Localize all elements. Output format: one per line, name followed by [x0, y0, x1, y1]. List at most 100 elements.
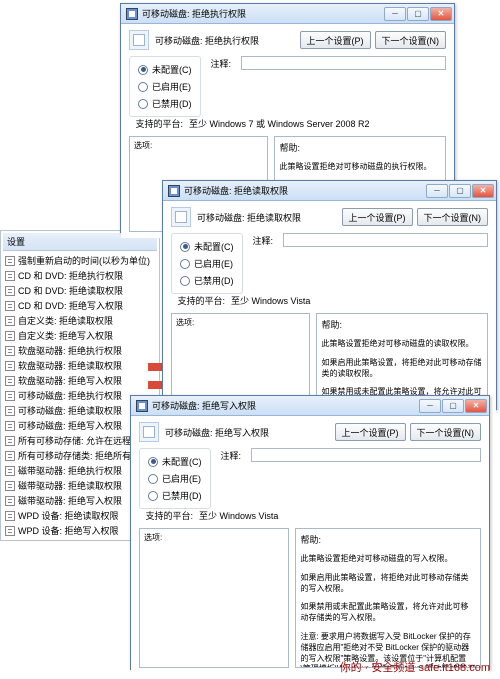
settings-item[interactable]: 软盘驱动器: 拒绝写入权限	[3, 373, 157, 388]
state-radio-group: 未配置(C) 已启用(E) 已禁用(D)	[129, 56, 201, 117]
setting-icon	[5, 481, 15, 491]
radio-enabled[interactable]	[148, 474, 158, 484]
prev-setting-button[interactable]: 上一个设置(P)	[300, 31, 371, 49]
platform-value: 至少 Windows Vista	[231, 294, 310, 307]
settings-item[interactable]: CD 和 DVD: 拒绝执行权限	[3, 268, 157, 283]
setting-label: CD 和 DVD: 拒绝执行权限	[18, 269, 123, 282]
policy-header: 可移动磁盘: 拒绝写入权限	[165, 426, 269, 439]
setting-icon	[5, 346, 15, 356]
close-button[interactable]: ✕	[465, 399, 487, 413]
radio-enabled[interactable]	[138, 82, 148, 92]
setting-icon	[5, 256, 15, 266]
setting-label: 可移动磁盘: 拒绝读取权限	[18, 404, 122, 417]
setting-icon	[5, 421, 15, 431]
window-title: 可移动磁盘: 拒绝执行权限	[142, 7, 384, 20]
policy-icon	[171, 207, 191, 227]
prev-setting-button[interactable]: 上一个设置(P)	[342, 208, 413, 226]
setting-icon	[5, 406, 15, 416]
next-setting-button[interactable]: 下一个设置(N)	[410, 423, 482, 441]
setting-label: WPD 设备: 拒绝写入权限	[18, 524, 119, 537]
minimize-button[interactable]: ─	[419, 399, 441, 413]
setting-label: 软盘驱动器: 拒绝执行权限	[18, 344, 122, 357]
platform-label: 支持的平台:	[171, 294, 225, 307]
platform-value: 至少 Windows 7 或 Windows Server 2008 R2	[189, 117, 370, 130]
radio-unconfigured[interactable]	[148, 457, 158, 467]
setting-label: 磁带驱动器: 拒绝执行权限	[18, 464, 122, 477]
platform-label: 支持的平台:	[139, 509, 193, 522]
radio-enabled[interactable]	[180, 259, 190, 269]
setting-icon	[5, 391, 15, 401]
setting-label: 软盘驱动器: 拒绝写入权限	[18, 374, 122, 387]
setting-icon	[5, 436, 15, 446]
comment-input[interactable]	[241, 56, 447, 70]
settings-item[interactable]: 强制重新启动的时间(以秒为单位)	[3, 253, 157, 268]
window-icon	[168, 185, 180, 197]
setting-icon	[5, 301, 15, 311]
platform-value: 至少 Windows Vista	[199, 509, 278, 522]
comment-input[interactable]	[283, 233, 489, 247]
setting-label: CD 和 DVD: 拒绝写入权限	[18, 299, 123, 312]
setting-label: CD 和 DVD: 拒绝读取权限	[18, 284, 123, 297]
setting-icon	[5, 271, 15, 281]
setting-label: 磁带驱动器: 拒绝读取权限	[18, 479, 122, 492]
settings-item[interactable]: 软盘驱动器: 拒绝执行权限	[3, 343, 157, 358]
titlebar[interactable]: 可移动磁盘: 拒绝写入权限 ─ ▢ ✕	[131, 396, 489, 416]
next-setting-button[interactable]: 下一个设置(N)	[417, 208, 489, 226]
setting-label: 可移动磁盘: 拒绝执行权限	[18, 389, 122, 402]
setting-icon	[5, 286, 15, 296]
maximize-button[interactable]: ▢	[442, 399, 464, 413]
radio-unconfigured[interactable]	[180, 242, 190, 252]
comment-input[interactable]	[251, 448, 482, 462]
radio-unconfigured[interactable]	[138, 65, 148, 75]
setting-icon	[5, 466, 15, 476]
settings-item[interactable]: CD 和 DVD: 拒绝写入权限	[3, 298, 157, 313]
state-radio-group: 未配置(C) 已启用(E) 已禁用(D)	[171, 233, 243, 294]
state-radio-group: 未配置(C) 已启用(E) 已禁用(D)	[139, 448, 211, 509]
setting-icon	[5, 496, 15, 506]
window-icon	[136, 400, 148, 412]
setting-icon	[5, 316, 15, 326]
settings-item[interactable]: 自定义类: 拒绝读取权限	[3, 313, 157, 328]
prev-setting-button[interactable]: 上一个设置(P)	[335, 423, 406, 441]
setting-icon	[5, 376, 15, 386]
setting-label: 可移动磁盘: 拒绝写入权限	[18, 419, 122, 432]
policy-header: 可移动磁盘: 拒绝执行权限	[155, 34, 259, 47]
setting-label: 软盘驱动器: 拒绝读取权限	[18, 359, 122, 372]
settings-item[interactable]: CD 和 DVD: 拒绝读取权限	[3, 283, 157, 298]
close-button[interactable]: ✕	[472, 184, 494, 198]
help-pane: 帮助: 此策略设置拒绝对可移动磁盘的写入权限。 如果启用此策略设置，将拒绝对此可…	[295, 528, 481, 668]
watermark: 你的 · 安全频道 safe.it168.com	[340, 659, 490, 675]
maximize-button[interactable]: ▢	[449, 184, 471, 198]
minimize-button[interactable]: ─	[384, 7, 406, 21]
window-title: 可移动磁盘: 拒绝写入权限	[152, 399, 419, 412]
setting-label: 自定义类: 拒绝读取权限	[18, 314, 113, 327]
setting-icon	[5, 331, 15, 341]
maximize-button[interactable]: ▢	[407, 7, 429, 21]
setting-icon	[5, 511, 15, 521]
radio-disabled[interactable]	[148, 491, 158, 501]
comment-label: 注释:	[253, 234, 279, 247]
next-setting-button[interactable]: 下一个设置(N)	[375, 31, 447, 49]
policy-icon	[129, 30, 149, 50]
comment-label: 注释:	[211, 57, 237, 70]
window-title: 可移动磁盘: 拒绝读取权限	[184, 184, 426, 197]
radio-disabled[interactable]	[180, 276, 190, 286]
setting-label: 自定义类: 拒绝写入权限	[18, 329, 113, 342]
platform-label: 支持的平台:	[129, 117, 183, 130]
close-button[interactable]: ✕	[430, 7, 452, 21]
policy-header: 可移动磁盘: 拒绝读取权限	[197, 211, 301, 224]
titlebar[interactable]: 可移动磁盘: 拒绝执行权限 ─ ▢ ✕	[121, 4, 454, 24]
minimize-button[interactable]: ─	[426, 184, 448, 198]
setting-label: WPD 设备: 拒绝读取权限	[18, 509, 119, 522]
policy-icon	[139, 422, 159, 442]
setting-label: 强制重新启动的时间(以秒为单位)	[18, 254, 150, 267]
options-pane: 选项:	[139, 528, 289, 668]
settings-item[interactable]: 自定义类: 拒绝写入权限	[3, 328, 157, 343]
window-icon	[126, 8, 138, 20]
titlebar[interactable]: 可移动磁盘: 拒绝读取权限 ─ ▢ ✕	[163, 181, 496, 201]
settings-item[interactable]: 软盘驱动器: 拒绝读取权限	[3, 358, 157, 373]
setting-icon	[5, 451, 15, 461]
radio-disabled[interactable]	[138, 99, 148, 109]
comment-label: 注释:	[221, 449, 247, 462]
setting-label: 磁带驱动器: 拒绝写入权限	[18, 494, 122, 507]
